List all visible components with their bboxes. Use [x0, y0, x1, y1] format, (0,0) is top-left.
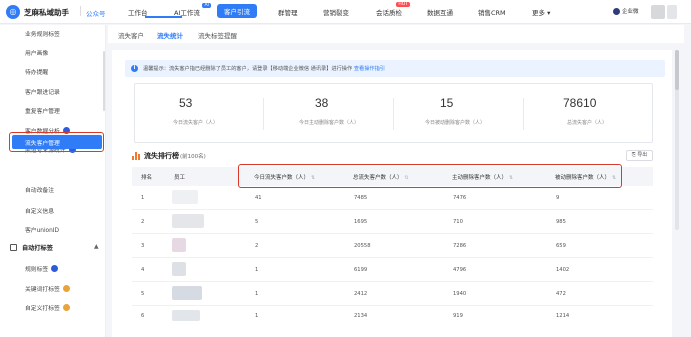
stats-panel: 53 今日流失客户（人） 38 今日主动删除客户数（人） 15 今日被动删除客户… — [134, 83, 653, 143]
sidebar-item-rule-tags[interactable]: 规则标签 — [25, 264, 59, 273]
stat-value: 15 — [440, 96, 454, 110]
sidebar-item-todo-reminder[interactable]: 待办提醒 — [25, 67, 48, 76]
tab-churned-customers[interactable]: 流失客户 — [118, 30, 144, 40]
enterprise-switch[interactable]: 企业微 — [613, 7, 639, 15]
table-row: 4 1 6199 4796 1402 — [132, 258, 653, 282]
sidebar-item-keyword-tags[interactable]: 关键词打标签 — [25, 284, 70, 293]
scrollbar-thumb[interactable] — [675, 50, 679, 90]
divider — [263, 98, 264, 130]
stat-value: 38 — [315, 96, 329, 110]
stat-today-active-delete: 38 今日主动删除客户数（人） — [265, 84, 395, 144]
bar-chart-icon — [132, 152, 141, 160]
sidebar-item-follow-up-records[interactable]: 客户跟进记录 — [25, 87, 60, 96]
divider — [393, 98, 394, 130]
ranking-title: 流失排行榜 (前100名) — [132, 151, 206, 161]
info-icon: i — [131, 65, 138, 72]
ai-badge: AI — [202, 3, 211, 8]
employee-name-redacted — [172, 310, 200, 321]
table-row: 1 41 7485 7476 9 — [132, 186, 653, 210]
nav-customer-acquisition[interactable]: 客户引流 — [217, 4, 257, 18]
main-scrollbar[interactable] — [675, 50, 679, 230]
sidebar-item-custom-info[interactable]: 自定义信息 — [25, 206, 54, 215]
hot-badge: HOT — [396, 2, 410, 7]
premium-gem-icon — [62, 304, 70, 311]
stat-value: 78610 — [563, 96, 597, 110]
sidebar-item-custom-tags[interactable]: 自定义打标签 — [25, 303, 70, 312]
column-header-rank: 排名 — [141, 175, 153, 181]
export-button[interactable]: ⎘ 导出 — [626, 150, 653, 161]
nav-data-interop[interactable]: 数据互通 — [427, 7, 453, 17]
highlight-frame-columns — [238, 164, 622, 188]
sidebar-scrollbar[interactable] — [103, 51, 105, 111]
employee-name-redacted — [172, 262, 186, 276]
premium-gem-icon — [62, 285, 70, 292]
tab-churn-tag-reminder[interactable]: 流失标签提醒 — [198, 30, 237, 40]
tip-text: 温馨提示：流失客户指已经删除了员工的客户，请登录【移动端企业微信 通讯录】进行操… — [143, 66, 385, 72]
premium-gem-icon — [51, 265, 59, 272]
employee-name-redacted — [172, 238, 186, 252]
sidebar-item-union-id[interactable]: 客户unionID — [25, 225, 59, 234]
highlight-frame-sidebar — [9, 132, 104, 152]
stat-label: 总流失客户（人） — [567, 120, 608, 126]
sidebar-item-business-rule-tags[interactable]: 业务规则标签 — [25, 29, 60, 38]
sidebar-group-auto-tagging[interactable]: 自动打标签 ▲ — [10, 243, 99, 252]
divider — [523, 98, 524, 130]
stat-label: 今日主动删除客户数（人） — [299, 120, 360, 126]
employee-name-redacted — [172, 190, 198, 204]
sidebar-item-duplicate-customers[interactable]: 重复客户管理 — [25, 106, 60, 115]
table-row: 6 1 2134 919 1214 — [132, 306, 653, 324]
sub-tabs: 流失客户 流失统计 流失标签提醒 — [108, 25, 684, 43]
nav-more[interactable]: 更多 ▾ — [532, 7, 550, 17]
stat-today-passive-delete: 15 今日被动删除客户数（人） — [395, 84, 525, 144]
active-tab-indicator — [145, 16, 182, 18]
sidebar-item-user-profile[interactable]: 用户画像 — [25, 48, 48, 57]
chevron-up-icon: ▲ — [94, 243, 99, 250]
nav-sales-crm[interactable]: 销售CRM — [478, 7, 506, 17]
stat-label: 今日流失客户（人） — [173, 120, 219, 126]
app-name: 芝麻私域助手 — [24, 7, 69, 17]
tag-group-icon — [10, 244, 17, 251]
nav-group-management[interactable]: 群管理 — [278, 7, 298, 17]
employee-name-redacted — [172, 214, 204, 228]
stat-today-churn: 53 今日流失客户（人） — [135, 84, 265, 144]
stat-total-churn: 78610 总流失客户（人） — [525, 84, 655, 144]
table-row: 5 1 2412 1940 472 — [132, 282, 653, 306]
stat-label: 今日被动删除客户数（人） — [425, 120, 486, 126]
sidebar-item-auto-remark[interactable]: 自动改备注 — [25, 185, 54, 194]
user-menu[interactable] — [667, 5, 677, 19]
avatar[interactable] — [651, 5, 665, 19]
table-row: 2 5 1695 710 985 — [132, 210, 653, 234]
enterprise-icon — [613, 7, 620, 15]
public-account-link[interactable]: 公众号 — [80, 6, 106, 18]
top-bar: ◎ 芝麻私域助手 公众号 工作台 AI工作流 AI 客户引流 群管理 营销裂变 … — [0, 0, 691, 24]
stat-value: 53 — [179, 96, 193, 110]
table-header: 排名 员工 今日流失客户数（人） ⇅ 总流失客户数（人） ⇅ 主动删除客户数（人） ⇅… — [132, 164, 653, 188]
tab-churn-stats[interactable]: 流失统计 — [157, 30, 183, 40]
tip-banner: i 温馨提示：流失客户指已经删除了员工的客户，请登录【移动端企业微信 通讯录】进… — [125, 60, 665, 77]
column-header-employee: 员工 — [174, 175, 186, 181]
guide-link[interactable]: 查看操作指引 — [354, 66, 385, 72]
employee-name-redacted — [172, 286, 202, 300]
table-row: 3 2 20558 7286 659 — [132, 234, 653, 258]
logo-icon: ◎ — [6, 5, 20, 19]
nav-marketing-fission[interactable]: 营销裂变 — [323, 7, 349, 17]
main-panel: i 温馨提示：流失客户指已经删除了员工的客户，请登录【移动端企业微信 通讯录】进… — [112, 50, 672, 337]
app-logo[interactable]: ◎ 芝麻私域助手 — [6, 5, 69, 19]
nav-session-inspection[interactable]: 会话质检 HOT — [376, 2, 410, 17]
